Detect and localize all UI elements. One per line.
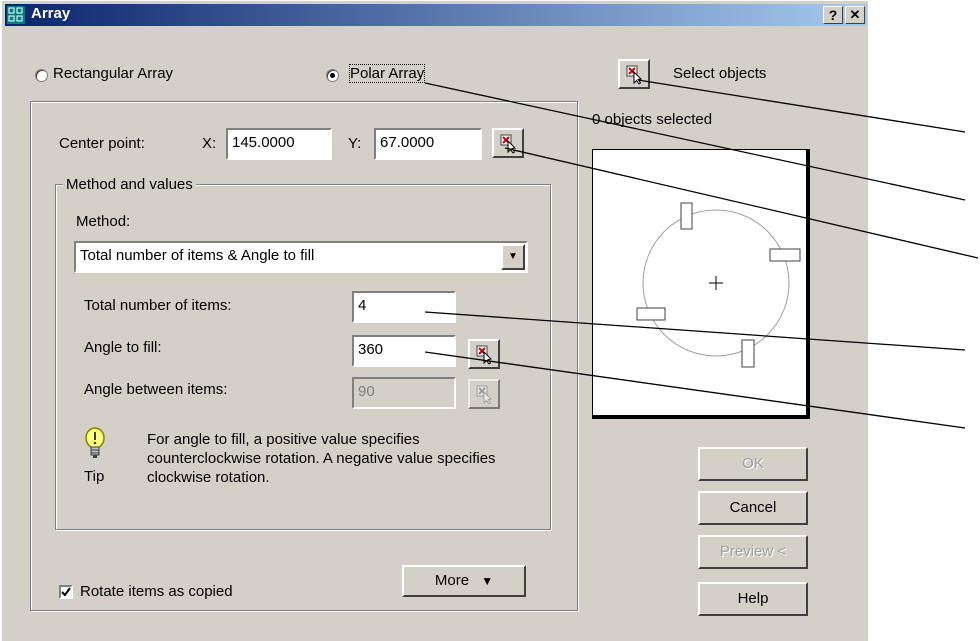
callout-lines (424, 79, 979, 429)
